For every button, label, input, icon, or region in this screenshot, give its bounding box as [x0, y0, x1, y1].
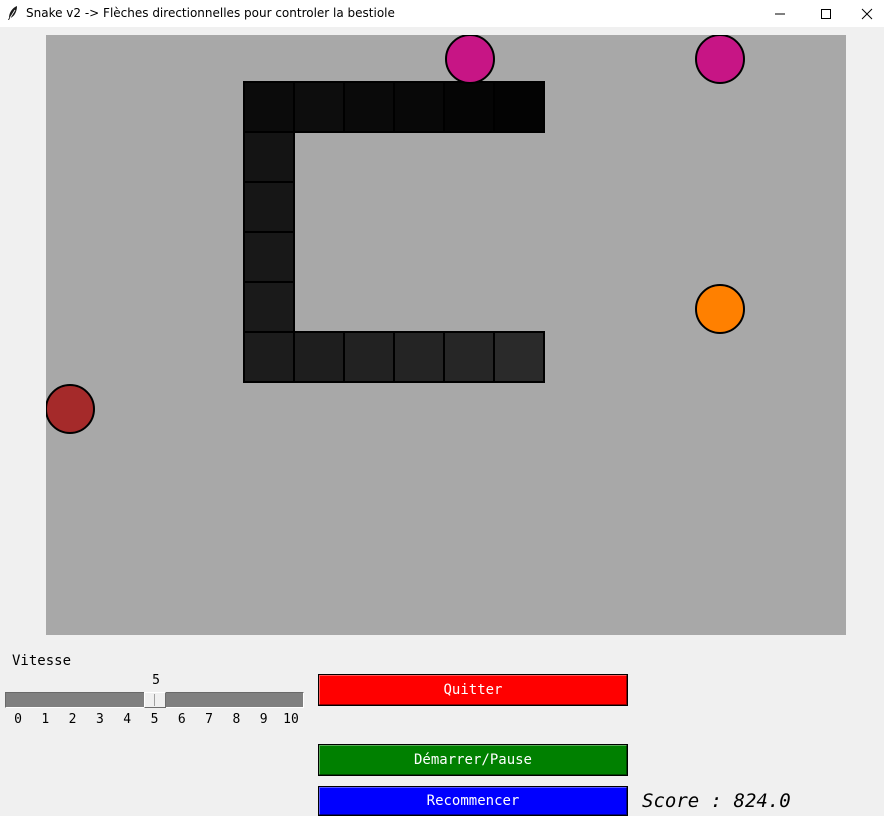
maximize-button[interactable] — [803, 0, 849, 27]
title-bar: Snake v2 -> Flèches directionnelles pour… — [0, 0, 884, 27]
minimize-button[interactable] — [757, 0, 803, 27]
quit-button[interactable]: Quitter — [318, 674, 628, 706]
window-title: Snake v2 -> Flèches directionnelles pour… — [26, 6, 395, 20]
snake-segment — [443, 331, 495, 383]
fruit — [46, 384, 95, 434]
speed-tick-label: 5 — [150, 712, 159, 727]
snake-segment — [393, 331, 445, 383]
score-display: Score : 824.0 — [642, 790, 791, 812]
snake-segment — [293, 331, 345, 383]
snake — [243, 81, 545, 383]
speed-tick-label: 6 — [177, 712, 186, 727]
minimize-icon — [775, 13, 785, 14]
speed-tick-label: 0 — [14, 712, 22, 727]
speed-value: 5 — [152, 673, 160, 688]
snake-segment — [243, 181, 295, 233]
snake-segment — [243, 131, 295, 183]
speed-tick-label: 9 — [259, 712, 268, 727]
snake-segment — [243, 81, 295, 133]
restart-button[interactable]: Recommencer — [318, 786, 628, 816]
snake-segment — [443, 81, 495, 133]
speed-label: Vitesse — [12, 653, 72, 669]
snake-segment — [243, 281, 295, 333]
snake-segment — [343, 81, 395, 133]
speed-tick-label: 2 — [68, 712, 77, 727]
game-canvas — [46, 35, 745, 434]
close-button[interactable] — [849, 0, 884, 27]
snake-segment — [493, 81, 545, 133]
start-pause-button[interactable]: Démarrer/Pause — [318, 744, 628, 776]
feather-icon — [6, 5, 20, 21]
speed-tick-label: 1 — [41, 712, 50, 727]
snake-segment — [293, 81, 345, 133]
speed-tick-label: 3 — [95, 712, 104, 727]
snake-segment — [243, 331, 295, 383]
fruit — [695, 284, 745, 334]
speed-tick-label: 8 — [232, 712, 241, 727]
snake-segment — [393, 81, 445, 133]
speed-tick-label: 7 — [205, 712, 213, 727]
fruit — [445, 35, 495, 84]
close-icon — [861, 8, 872, 19]
maximize-icon — [821, 8, 831, 19]
snake-segment — [493, 331, 545, 383]
speed-slider-handle[interactable] — [144, 692, 166, 708]
game-board[interactable] — [46, 35, 846, 635]
snake-segment — [343, 331, 395, 383]
speed-tick-label: 10 — [283, 712, 299, 727]
snake-segment — [243, 231, 295, 283]
speed-tick-label: 4 — [123, 712, 132, 727]
fruit — [695, 35, 745, 84]
